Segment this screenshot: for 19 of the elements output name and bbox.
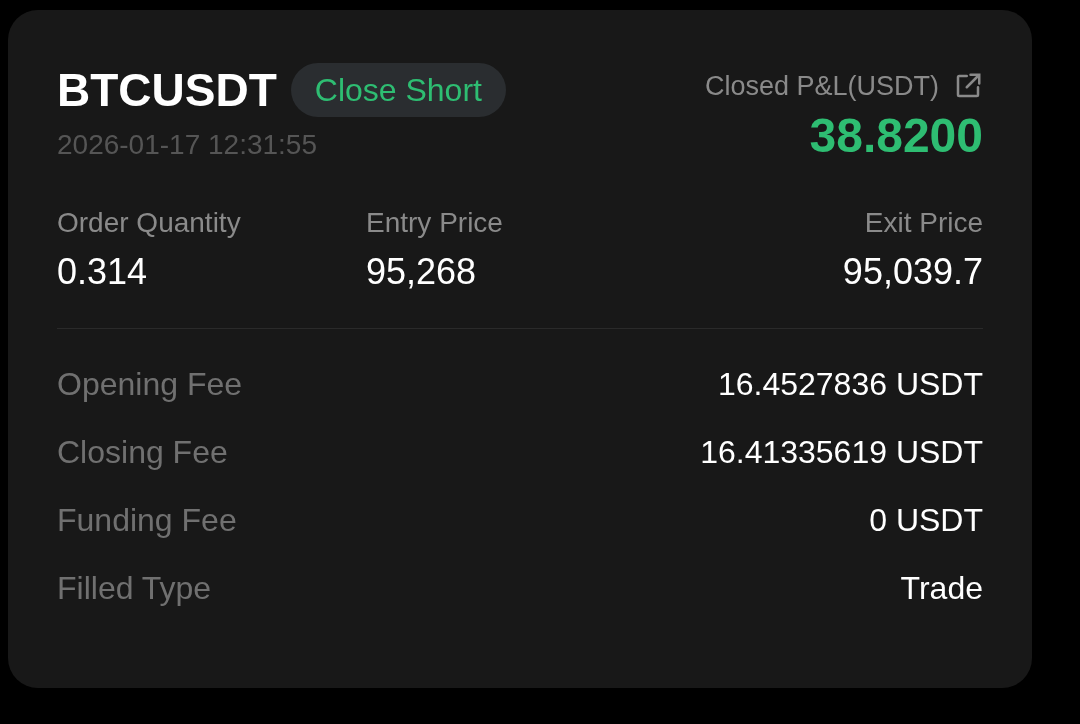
- detail-label: Filled Type: [57, 569, 212, 607]
- detail-value: Trade: [900, 569, 983, 607]
- metric-value: 0.314: [57, 250, 149, 294]
- pnl-value: 38.8200: [809, 108, 983, 164]
- detail-label: Closing Fee: [57, 433, 228, 471]
- metric-label: Order Quantity: [57, 206, 242, 240]
- metric-label: Exit Price: [864, 206, 983, 240]
- detail-value: 16.4527836 USDT: [717, 365, 983, 403]
- symbol-title: BTCUSDT: [57, 63, 277, 118]
- metric-value: 95,039.7: [842, 250, 983, 294]
- timestamp: 2026-01-17 12:31:55: [57, 128, 318, 162]
- pnl-label: Closed P&L(USDT): [704, 70, 939, 103]
- side-badge: Close Short: [290, 63, 506, 117]
- detail-value: 0 USDT: [869, 501, 983, 539]
- detail-value: 16.41335619 USDT: [700, 433, 983, 471]
- metric-value: 95,268: [366, 250, 478, 294]
- metric-label: Entry Price: [366, 206, 504, 240]
- detail-label: Funding Fee: [57, 501, 237, 539]
- detail-label: Opening Fee: [57, 365, 242, 403]
